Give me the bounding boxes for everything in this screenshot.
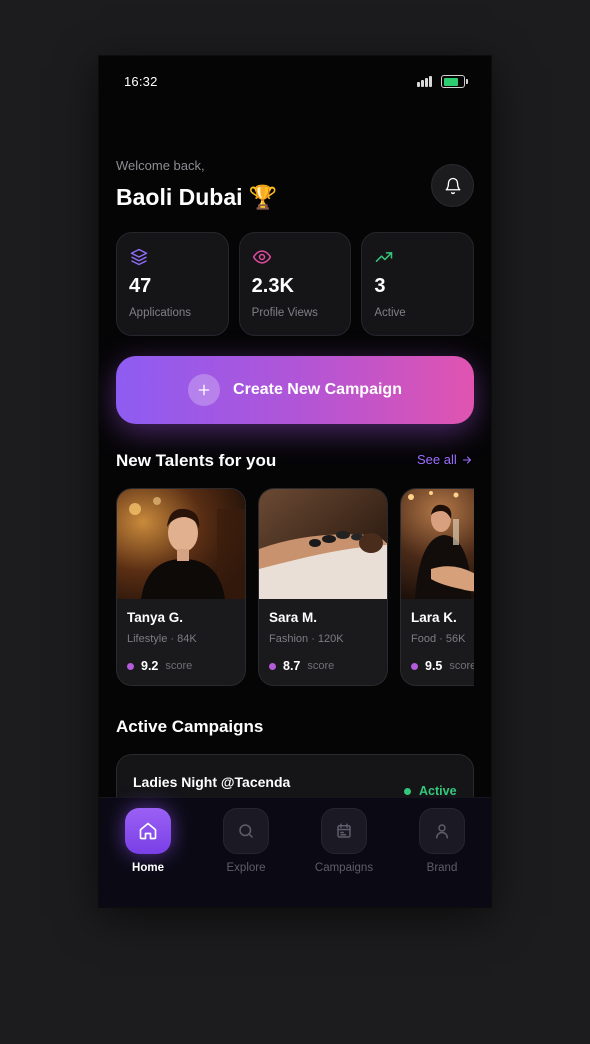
welcome-text: Welcome back, [116,158,205,173]
plus-icon [188,374,221,406]
layers-icon [130,248,148,266]
talent-name: Sara M. [269,610,318,625]
arrow-right-icon [462,455,471,464]
talent-meta: Food · 56K [411,633,466,645]
status-badge: Active [404,784,457,798]
talent-meta: Lifestyle · 84K [127,633,197,645]
search-icon [223,808,269,854]
tab-bar: Home Explore Campaigns Brand [99,797,491,907]
talent-score: 9.5 score [411,659,474,673]
tab-label: Campaigns [314,862,374,874]
create-campaign-button[interactable]: Create New Campaign [116,356,474,424]
talent-score: 8.7 score [269,659,334,673]
stat-value: 3 [374,275,386,297]
tab-campaigns[interactable]: Campaigns [295,798,393,907]
score-label: score [449,660,474,672]
score-label: score [165,660,193,672]
talents-section-title: New Talents for you [116,451,277,470]
talent-photo [401,489,474,599]
stat-label: Active [374,307,406,319]
status-dot-icon [404,787,411,795]
score-value: 9.2 [141,659,159,673]
user-icon [419,808,465,854]
talent-score: 9.2 score [127,659,192,673]
score-dot-icon [269,662,276,670]
talents-carousel[interactable]: Tanya G. Lifestyle · 84K 9.2 score Sara … [116,488,474,686]
tab-label: Explore [226,862,266,874]
talent-photo [259,489,387,599]
bell-icon [445,177,460,194]
calendar-icon [321,808,367,854]
create-campaign-label: Create New Campaign [233,381,402,398]
status-time: 16:32 [124,74,158,89]
stat-label: Applications [129,307,192,319]
talent-card[interactable]: Tanya G. Lifestyle · 84K 9.2 score [116,488,246,686]
battery-icon [441,75,468,88]
talent-name: Tanya G. [127,610,184,625]
talent-photo [117,489,245,599]
eye-icon [252,250,271,264]
see-all-link[interactable]: See all [417,452,473,467]
status-bar: 16:32 [99,56,491,108]
status-label: Active [419,784,457,798]
see-all-label: See all [417,452,457,467]
tab-label: Brand [426,862,458,874]
stats-row: 47 Applications 2.3K Profile Views 3 Act… [116,232,475,336]
home-icon [125,808,171,854]
tab-explore[interactable]: Explore [197,798,295,907]
phone-screen: 16:32 Welcome back, Baoli Dubai 🏆 47 App… [99,56,491,907]
notification-button[interactable] [431,164,474,207]
score-value: 8.7 [283,659,301,673]
stat-card-applications[interactable]: 47 Applications [116,232,229,336]
score-dot-icon [127,662,134,670]
score-dot-icon [411,662,418,670]
signal-icon [417,76,432,87]
talent-name: Lara K. [411,610,457,625]
campaign-name: Ladies Night @Tacenda [133,774,291,790]
score-label: score [307,660,335,672]
tab-label: Home [132,862,164,874]
user-name: Baoli Dubai 🏆 [116,184,278,210]
stat-card-profile-views[interactable]: 2.3K Profile Views [238,232,352,336]
talent-meta: Fashion · 120K [269,633,344,645]
stat-value: 47 [129,275,152,297]
stat-card-active[interactable]: 3 Active [361,232,475,336]
campaigns-section-title: Active Campaigns [116,717,264,736]
trending-up-icon [376,252,393,262]
talent-card[interactable]: Lara K. Food · 56K 9.5 score [400,488,474,686]
talent-card[interactable]: Sara M. Fashion · 120K 8.7 score [258,488,388,686]
tab-brand[interactable]: Brand [393,798,491,907]
stat-label: Profile Views [251,307,318,319]
score-value: 9.5 [425,659,443,673]
stat-value: 2.3K [251,275,294,297]
tab-home[interactable]: Home [99,798,197,907]
